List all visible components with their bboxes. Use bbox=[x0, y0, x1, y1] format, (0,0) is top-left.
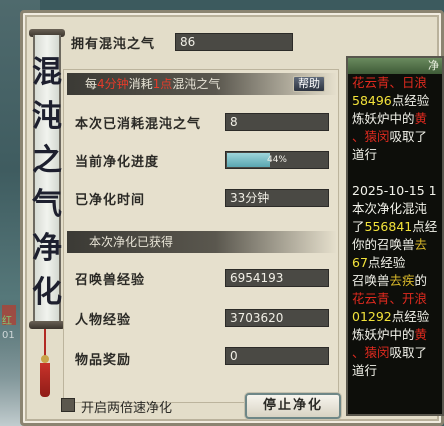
log-segment: 、猿闵 bbox=[352, 345, 390, 360]
char-exp-value: 3703620 bbox=[225, 309, 329, 327]
log-segment: 的 bbox=[414, 273, 428, 288]
log-segment: 花云青、开浪 bbox=[352, 291, 428, 306]
log-header: 净 bbox=[348, 58, 442, 74]
log-segment: 556841 bbox=[364, 219, 413, 234]
log-segment: 、猿闵 bbox=[352, 129, 390, 144]
consumed-qi-label: 本次已消耗混沌之气 bbox=[75, 117, 202, 132]
title-char: 沌 bbox=[32, 99, 62, 134]
log-segment: 吸取了 bbox=[389, 129, 428, 144]
item-reward-value: 0 bbox=[225, 347, 329, 365]
dialog-title: 混沌之气净化 bbox=[27, 51, 67, 315]
log-segment: 黄 bbox=[414, 327, 428, 342]
log-line: 了556841点经 bbox=[352, 218, 442, 236]
progress-text: 44% bbox=[266, 155, 287, 165]
log-segment: 点经 bbox=[412, 219, 438, 234]
gained-header: 本次净化已获得 bbox=[67, 231, 337, 253]
title-char: 净 bbox=[32, 231, 62, 266]
log-segment: 道行 bbox=[352, 147, 378, 162]
scroll-rod-bottom bbox=[29, 321, 65, 329]
tassel-fringe bbox=[40, 363, 50, 397]
pet-exp-value: 6954193 bbox=[225, 269, 329, 287]
log-segment: 67 bbox=[352, 255, 368, 270]
log-line: 2025-10-15 1 bbox=[352, 182, 442, 200]
rate-prefix: 每 bbox=[85, 77, 98, 91]
log-line: 道行 bbox=[352, 362, 442, 380]
elapsed-time-value: 33分钟 bbox=[225, 189, 329, 207]
log-segment: 2025-10-15 1 bbox=[352, 183, 437, 198]
log-segment: 道行 bbox=[352, 363, 378, 378]
log-segment: 01292 bbox=[352, 309, 392, 324]
background-text: 红 bbox=[2, 316, 12, 327]
log-line: 67点经验 bbox=[352, 254, 442, 272]
log-segment: 你的召唤兽 bbox=[352, 237, 415, 252]
log-segment: 吸取了 bbox=[389, 345, 428, 360]
rate-suffix: 混沌之气 bbox=[172, 77, 221, 91]
log-segment: 点经验 bbox=[391, 93, 430, 108]
stop-purify-button[interactable]: 停止净化 bbox=[245, 393, 341, 419]
progress-bar: 44% bbox=[225, 151, 329, 169]
progress-label: 当前净化进度 bbox=[75, 155, 160, 170]
tassel-cord bbox=[44, 329, 46, 357]
pet-exp-label: 召唤兽经验 bbox=[75, 273, 146, 288]
log-line: 本次净化混沌 bbox=[352, 200, 442, 218]
title-char: 之 bbox=[32, 143, 62, 178]
log-segment: 去疾 bbox=[389, 273, 415, 288]
item-reward-label: 物品奖励 bbox=[75, 353, 132, 368]
double-speed-label: 开启两倍速净化 bbox=[81, 401, 173, 416]
rate-mid: 消耗 bbox=[128, 77, 153, 91]
help-button[interactable]: 帮助 bbox=[293, 76, 325, 92]
rate-amount: 1点 bbox=[152, 77, 173, 91]
log-segment: 花云青、日浪 bbox=[352, 75, 428, 90]
log-segment: 召唤兽 bbox=[352, 273, 390, 288]
message-log[interactable]: 净 花云青、日浪 58496点经验 炼妖炉中的黄 、猿闵吸取了 道行 2025-10-15… bbox=[346, 56, 444, 416]
log-line: 58496点经验 bbox=[352, 92, 442, 110]
owned-qi-label: 拥有混沌之气 bbox=[71, 37, 156, 52]
title-scroll: 混沌之气净化 bbox=[27, 29, 67, 329]
log-line: 01292点经验 bbox=[352, 308, 442, 326]
log-lines: 花云青、日浪 58496点经验 炼妖炉中的黄 、猿闵吸取了 道行 2025-10-15 1… bbox=[352, 74, 442, 380]
log-segment: 黄 bbox=[414, 111, 428, 126]
log-line: 、猿闵吸取了 bbox=[352, 128, 442, 146]
log-segment: 58496 bbox=[352, 93, 392, 108]
log-segment: 本次净化混沌 bbox=[352, 201, 428, 216]
title-char: 化 bbox=[32, 275, 62, 310]
log-segment: 炼妖炉中的 bbox=[352, 111, 415, 126]
log-line: 花云青、开浪 bbox=[352, 290, 442, 308]
log-line: 炼妖炉中的黄 bbox=[352, 110, 442, 128]
log-segment: 去 bbox=[414, 237, 428, 252]
log-segment: 点经验 bbox=[367, 255, 406, 270]
log-line: 炼妖炉中的黄 bbox=[352, 326, 442, 344]
rate-minutes: 4分钟 bbox=[97, 77, 129, 91]
log-segment: 炼妖炉中的 bbox=[352, 327, 415, 342]
log-segment: 了 bbox=[352, 219, 365, 234]
tassel-knot bbox=[41, 355, 49, 363]
log-segment: 点经验 bbox=[391, 309, 430, 324]
log-line: 、猿闵吸取了 bbox=[352, 344, 442, 362]
title-char: 气 bbox=[32, 187, 62, 222]
consumed-qi-value: 8 bbox=[225, 113, 329, 131]
title-char: 混 bbox=[32, 55, 62, 90]
elapsed-time-label: 已净化时间 bbox=[75, 193, 146, 208]
double-speed-checkbox[interactable] bbox=[61, 398, 75, 412]
log-line: 召唤兽去疾的 bbox=[352, 272, 442, 290]
tassel-decoration bbox=[40, 329, 50, 399]
log-line: 你的召唤兽去 bbox=[352, 236, 442, 254]
log-line: 道行 bbox=[352, 146, 442, 164]
log-line: 花云青、日浪 bbox=[352, 74, 442, 92]
char-exp-label: 人物经验 bbox=[75, 313, 132, 328]
owned-qi-value: 86 bbox=[175, 33, 293, 51]
background-text-2: 01 bbox=[2, 330, 15, 341]
